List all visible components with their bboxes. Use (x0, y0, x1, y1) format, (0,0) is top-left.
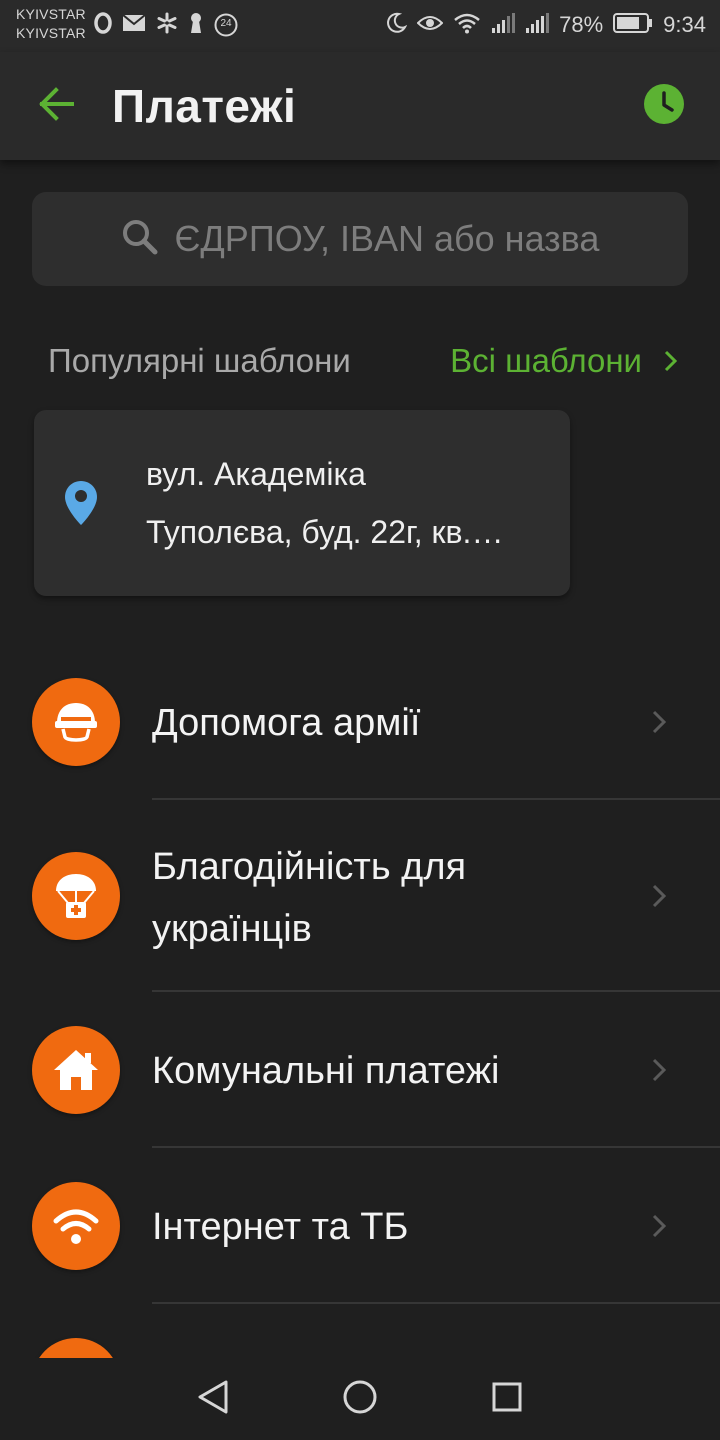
category-label: Інтернет та ТБ (152, 1206, 409, 1248)
signal-1-icon (491, 12, 516, 39)
all-templates-label: Всі шаблони (450, 342, 642, 379)
wifi-status-icon (453, 12, 481, 39)
chevron-right-icon (652, 1058, 667, 1087)
moon-icon (385, 12, 408, 39)
system-icons: 78% 9:34 (385, 10, 706, 40)
home-icon (32, 1026, 120, 1114)
status-bar: KYIVSTAR KYIVSTAR 24 78% 9:34 (0, 0, 720, 52)
back-button[interactable] (28, 78, 84, 134)
circle-home-icon (342, 1379, 378, 1420)
mail-icon (122, 13, 146, 37)
square-recents-icon (491, 1381, 523, 1418)
all-templates-link[interactable]: Всі шаблони (450, 342, 678, 380)
nav-recents-button[interactable] (467, 1359, 547, 1439)
walmart-spark-icon (156, 12, 178, 39)
wifi-icon (32, 1182, 120, 1270)
nav-home-button[interactable] (320, 1359, 400, 1439)
battery-icon (613, 12, 653, 39)
category-label: Комунальні платежі (152, 1050, 500, 1092)
template-address-line-2: Туполєва, буд. 22г, кв.… (146, 514, 504, 550)
chevron-right-icon (652, 1214, 667, 1243)
carrier-2: KYIVSTAR (16, 25, 86, 41)
signal-2-icon (525, 12, 550, 39)
notification-icons: 24 (94, 10, 238, 40)
category-utilities[interactable]: Комунальні платежі (0, 992, 720, 1148)
carrier-names: KYIVSTAR KYIVSTAR (16, 5, 86, 43)
template-card[interactable] (34, 410, 570, 596)
category-label: Допомога армії (152, 702, 421, 744)
keyhole-icon (188, 12, 204, 39)
category-internet-tv[interactable]: Інтернет та ТБ (0, 1148, 720, 1304)
chevron-right-icon (652, 710, 667, 739)
carrier-1: KYIVSTAR (16, 6, 86, 22)
clock: 9:34 (663, 12, 706, 37)
templates-header: Популярні шаблони Всі шаблони (48, 340, 678, 386)
badge-24-icon: 24 (214, 13, 238, 37)
category-label: Благодійність для українців (152, 846, 467, 950)
battery-percent: 78% (559, 12, 604, 37)
app-bar: Платежі (0, 52, 720, 160)
location-pin-icon (64, 480, 98, 531)
search-placeholder: ЄДРПОУ, IBAN або назва (174, 218, 600, 259)
nav-back-button[interactable] (173, 1359, 253, 1439)
category-army-help[interactable]: Допомога армії (0, 660, 720, 800)
template-address-line-1: вул. Академіка (146, 456, 366, 492)
triangle-back-icon (196, 1379, 230, 1420)
category-charity[interactable]: Благодійність для українців (0, 800, 720, 992)
search-input[interactable]: ЄДРПОУ, IBAN або назва (32, 192, 688, 286)
badge-24-text: 24 (220, 18, 232, 29)
chevron-right-icon (652, 884, 667, 913)
opera-icon (94, 11, 112, 39)
category-icon-partial (32, 1338, 120, 1358)
arrow-back-icon (36, 86, 76, 126)
parachute-aid-icon (32, 852, 120, 940)
templates-section-title: Популярні шаблони (48, 342, 351, 379)
category-next-partial[interactable] (0, 1304, 720, 1358)
history-button[interactable] (634, 76, 694, 136)
chevron-right-icon (664, 342, 678, 380)
clock-icon (643, 83, 685, 130)
helmet-icon (32, 678, 120, 766)
page-title: Платежі (112, 80, 297, 132)
eye-icon (416, 13, 444, 38)
search-icon (121, 218, 159, 261)
system-nav-bar (0, 1358, 720, 1440)
